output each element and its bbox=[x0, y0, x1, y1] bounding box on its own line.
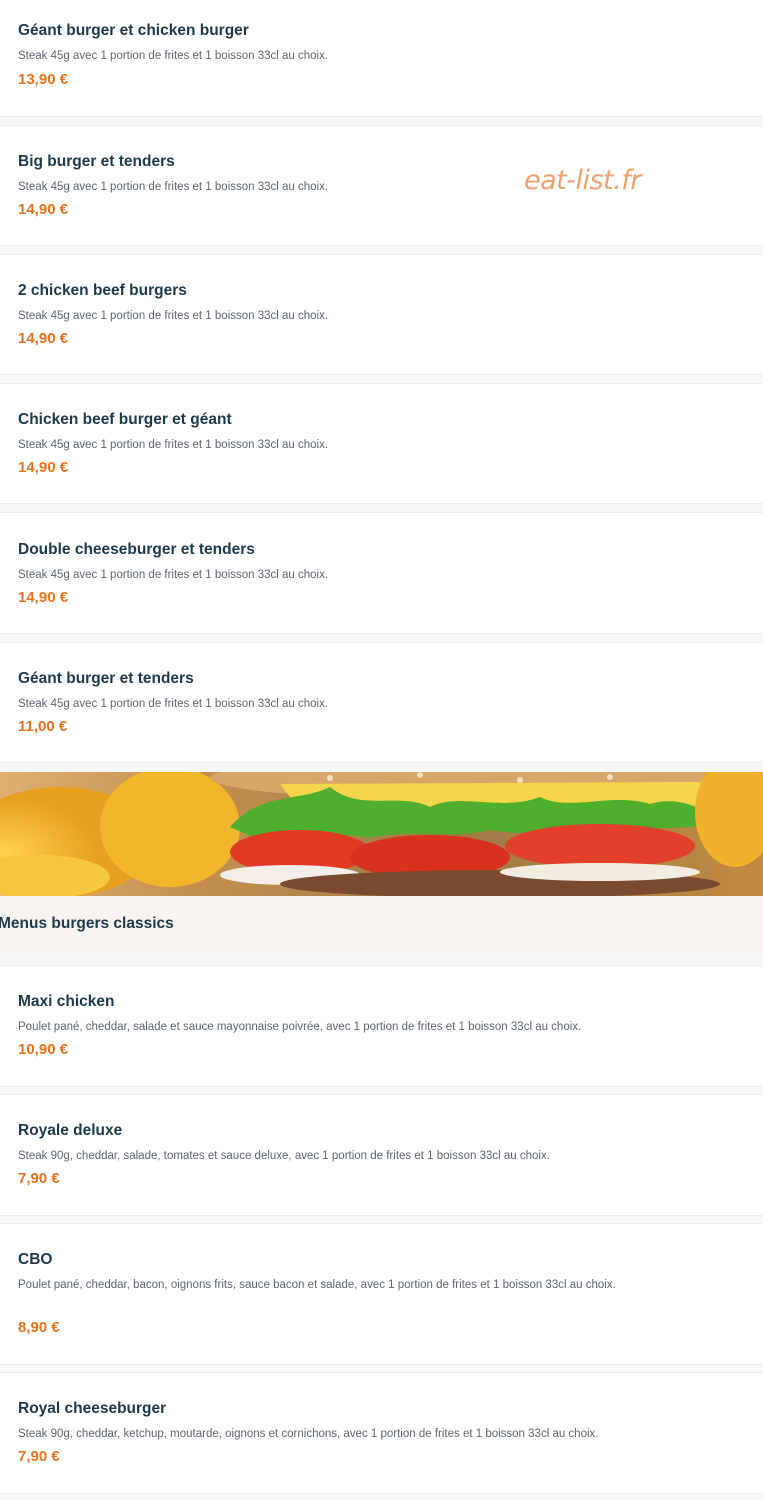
menu-item-name: Double cheeseburger et tenders bbox=[18, 541, 255, 558]
menu-item-price: 14,90 € bbox=[18, 459, 69, 476]
section-banner-image bbox=[0, 772, 763, 896]
menu-item-description: Steak 45g avec 1 portion de frites et 1 … bbox=[18, 569, 329, 581]
menu-item-description: Poulet pané, cheddar, bacon, oignons fri… bbox=[18, 1279, 616, 1291]
section-header: Menus burgers classics bbox=[0, 896, 763, 955]
menu-item-card[interactable]: Chicken beef burger et géant Steak 45g a… bbox=[0, 383, 763, 504]
menu-item-description: Steak 90g, cheddar, salade, tomates et s… bbox=[18, 1150, 550, 1162]
menu-item-price: 13,90 € bbox=[18, 71, 69, 88]
menu-item-name: Big burger et tenders bbox=[18, 153, 175, 170]
menu-item-card[interactable]: Royale deluxe Steak 90g, cheddar, salade… bbox=[0, 1094, 763, 1216]
section-title: Menus burgers classics bbox=[0, 915, 174, 932]
menu-item-price: 10,90 € bbox=[18, 1041, 69, 1058]
menu-item-card[interactable]: Maxi chicken Poulet pané, cheddar, salad… bbox=[0, 965, 763, 1087]
menu-item-price: 14,90 € bbox=[18, 330, 69, 347]
watermark-text: eat-list.fr bbox=[524, 165, 641, 196]
menu-item-price: 8,90 € bbox=[18, 1319, 60, 1336]
menu-item-description: Poulet pané, cheddar, salade et sauce ma… bbox=[18, 1021, 582, 1033]
menu-item-card[interactable]: Royal cheeseburger Steak 90g, cheddar, k… bbox=[0, 1372, 763, 1494]
menu-item-card[interactable]: CBO Poulet pané, cheddar, bacon, oignons… bbox=[0, 1223, 763, 1365]
menu-item-price: 7,90 € bbox=[18, 1170, 60, 1187]
menu-item-price: 14,90 € bbox=[18, 201, 69, 218]
menu-item-card[interactable]: Double cheeseburger et tenders Steak 45g… bbox=[0, 512, 763, 634]
menu-item-name: Royale deluxe bbox=[18, 1122, 123, 1139]
menu-item-name: 2 chicken beef burgers bbox=[18, 282, 187, 299]
menu-item-name: Royal cheeseburger bbox=[18, 1400, 167, 1417]
menu-item-description: Steak 45g avec 1 portion de frites et 1 … bbox=[18, 698, 329, 710]
menu-item-name: CBO bbox=[18, 1251, 53, 1268]
menu-item-card[interactable]: Géant burger et tenders Steak 45g avec 1… bbox=[0, 642, 763, 763]
menu-item-description: Steak 90g, cheddar, ketchup, moutarde, o… bbox=[18, 1428, 599, 1440]
menu-item-card[interactable]: 2 chicken beef burgers Steak 45g avec 1 … bbox=[0, 254, 763, 375]
menu-item-name: Maxi chicken bbox=[18, 993, 115, 1010]
menu-item-card[interactable]: Big burger et tenders Steak 45g avec 1 p… bbox=[0, 125, 763, 246]
menu-item-name: Géant burger et chicken burger bbox=[18, 22, 249, 39]
menu-item-name: Géant burger et tenders bbox=[18, 670, 194, 687]
menu-item-name: Chicken beef burger et géant bbox=[18, 411, 232, 428]
menu-item-description: Steak 45g avec 1 portion de frites et 1 … bbox=[18, 439, 329, 451]
menu-item-description: Steak 45g avec 1 portion de frites et 1 … bbox=[18, 50, 329, 62]
menu-item-price: 14,90 € bbox=[18, 589, 69, 606]
menu-item-description: Steak 45g avec 1 portion de frites et 1 … bbox=[18, 310, 329, 322]
menu-item-card[interactable]: Géant burger et chicken burger Steak 45g… bbox=[0, 0, 763, 117]
menu-item-price: 7,90 € bbox=[18, 1448, 60, 1465]
menu-item-price: 11,00 € bbox=[18, 718, 68, 735]
burger-photo bbox=[0, 772, 763, 896]
